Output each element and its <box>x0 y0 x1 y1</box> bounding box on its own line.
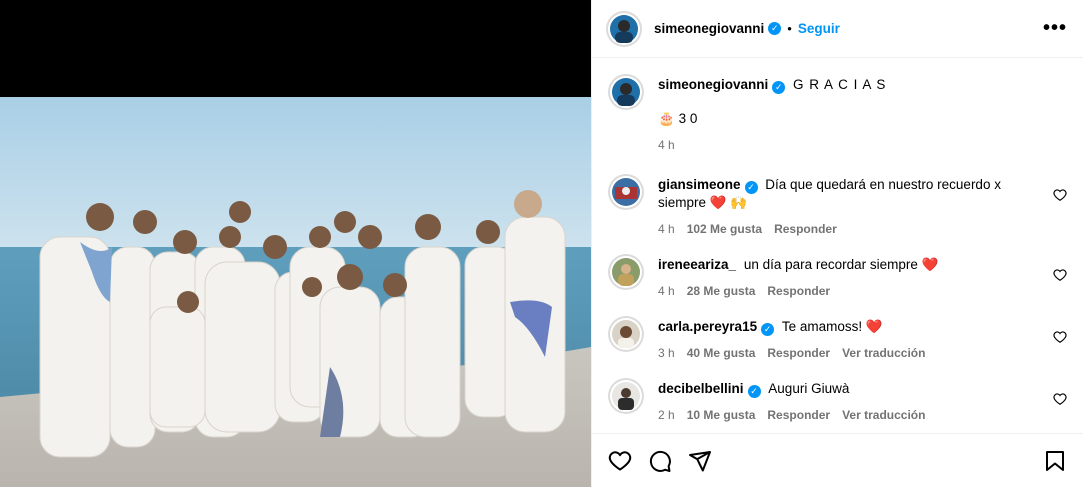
comment-item: giansimeone ✓ Día que quedará en nuestro … <box>608 176 1067 238</box>
comment-like-heart-icon[interactable] <box>1053 268 1067 282</box>
caption-time[interactable]: 4 h <box>658 136 675 154</box>
comment-like-heart-icon[interactable] <box>1053 188 1067 202</box>
comment-likes[interactable]: 10 Me gusta <box>687 406 756 424</box>
caption: simeonegiovanni ✓ G R A C I A S 🎂 3 0 4 h <box>608 74 1067 154</box>
verified-badge-icon: ✓ <box>772 80 786 94</box>
comment-icon[interactable] <box>648 449 672 473</box>
comment-username[interactable]: giansimeone <box>658 177 741 192</box>
reply-button[interactable]: Responder <box>767 406 830 424</box>
comment-text: Auguri Giuwà <box>768 381 850 396</box>
caption-line-2: 🎂 3 0 <box>658 110 1027 128</box>
see-translation-link[interactable]: Ver traducción <box>842 344 925 362</box>
comment-username[interactable]: carla.pereyra15 <box>658 319 757 334</box>
comment-avatar-image <box>612 258 640 286</box>
comment-likes[interactable]: 40 Me gusta <box>687 344 756 362</box>
comment-avatar[interactable] <box>610 176 642 208</box>
comment-time[interactable]: 3 h <box>658 344 675 362</box>
caption-avatar[interactable] <box>610 76 642 108</box>
comment-text: Te amamoss! ❤️ <box>781 319 883 334</box>
comment-avatar-image <box>612 382 640 410</box>
comment-time[interactable]: 4 h <box>658 220 675 238</box>
comment-time[interactable]: 4 h <box>658 282 675 300</box>
caption-username[interactable]: simeonegiovanni <box>658 77 768 92</box>
comment-avatar[interactable] <box>610 380 642 412</box>
post-header: simeonegiovanni ✓ • Seguir ••• <box>592 0 1083 58</box>
comment-item: carla.pereyra15 ✓ Te amamoss! ❤️ 3 h 40 M… <box>608 318 1067 362</box>
separator-dot: • <box>787 21 792 36</box>
comment-avatar[interactable] <box>610 256 642 288</box>
comment-item: decibelbellini ✓ Auguri Giuwà 2 h 10 Me g… <box>608 380 1067 424</box>
verified-badge-icon: ✓ <box>747 384 761 398</box>
caption-text: G R A C I A S <box>793 77 887 92</box>
comment-avatar-image <box>612 178 640 206</box>
comment-avatar[interactable] <box>610 318 642 350</box>
author-username[interactable]: simeonegiovanni <box>654 21 764 36</box>
comment-likes[interactable]: 102 Me gusta <box>687 220 762 238</box>
author-avatar[interactable] <box>608 12 640 45</box>
caption-avatar-image <box>612 78 640 106</box>
share-icon[interactable] <box>688 449 712 473</box>
cake-emoji: 🎂 <box>658 111 675 126</box>
reply-button[interactable]: Responder <box>767 282 830 300</box>
heart-icon[interactable] <box>608 449 632 473</box>
comments-list[interactable]: simeonegiovanni ✓ G R A C I A S 🎂 3 0 4 h <box>592 58 1083 433</box>
comment-username[interactable]: ireneeariza_ <box>658 257 736 272</box>
comment-likes[interactable]: 28 Me gusta <box>687 282 756 300</box>
post-side-panel: simeonegiovanni ✓ • Seguir ••• simeonegi… <box>591 0 1083 487</box>
verified-badge-icon: ✓ <box>744 180 758 194</box>
comment-item: ireneeariza_ un día para recordar siempr… <box>608 256 1067 300</box>
comment-username[interactable]: decibelbellini <box>658 381 744 396</box>
follow-button[interactable]: Seguir <box>798 21 840 36</box>
comment-text: un día para recordar siempre ❤️ <box>743 257 939 272</box>
reply-button[interactable]: Responder <box>774 220 837 238</box>
comment-time[interactable]: 2 h <box>658 406 675 424</box>
post-photo[interactable] <box>0 97 591 487</box>
bookmark-icon[interactable] <box>1043 449 1067 473</box>
post-actions-bar <box>592 433 1083 487</box>
comment-like-heart-icon[interactable] <box>1053 330 1067 344</box>
caption-line-2-text: 3 0 <box>678 111 698 126</box>
see-translation-link[interactable]: Ver traducción <box>842 406 925 424</box>
reply-button[interactable]: Responder <box>767 344 830 362</box>
comment-like-heart-icon[interactable] <box>1053 392 1067 406</box>
verified-badge-icon: ✓ <box>768 22 782 35</box>
more-options-icon[interactable]: ••• <box>1043 17 1067 40</box>
verified-badge-icon: ✓ <box>761 322 775 336</box>
comment-avatar-image <box>612 320 640 348</box>
author-avatar-image <box>610 14 638 43</box>
post-media[interactable] <box>0 0 591 487</box>
